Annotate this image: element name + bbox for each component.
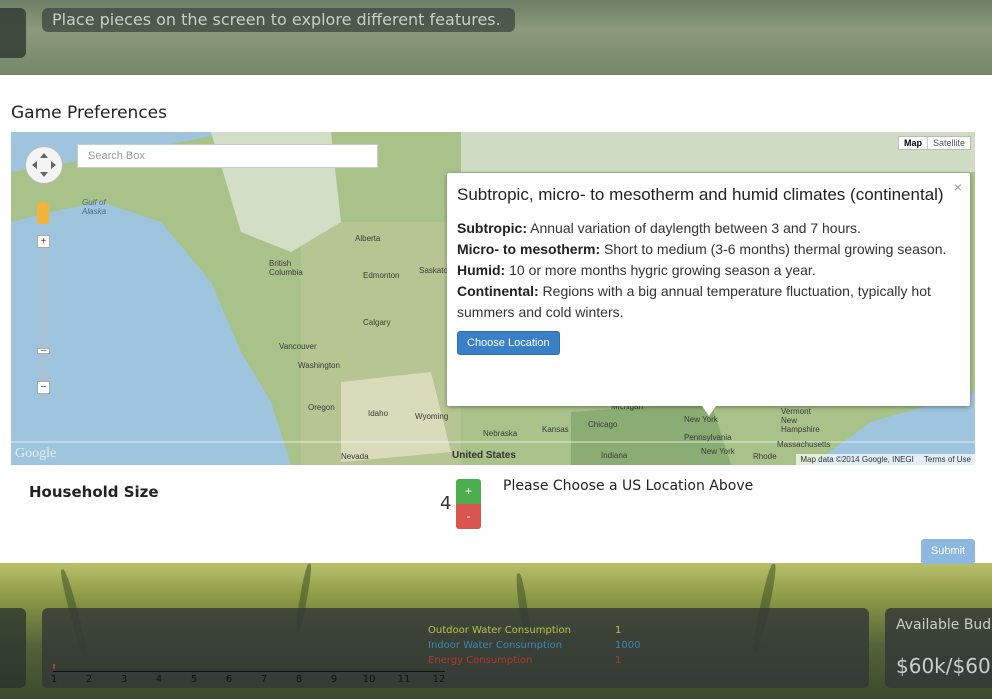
google-logo: Google (15, 446, 57, 461)
map-label: Wyoming (415, 412, 449, 421)
climate-info-window: × Subtropic, micro- to mesotherm and hum… (447, 173, 970, 416)
timeline-tick: 7 (260, 674, 268, 685)
map-label: New York (684, 415, 718, 424)
timeline-tick: 6 (225, 674, 233, 685)
budget-panel: Available Budget $60k/$60k (885, 608, 992, 688)
household-increment-button[interactable]: + (456, 479, 481, 504)
map[interactable]: + – − Search Box Map Satellite Gulf of A… (11, 132, 975, 465)
timeline-tick: 9 (330, 674, 338, 685)
terms-link[interactable]: Terms of Use (924, 455, 971, 464)
household-size-label: Household Size (29, 483, 159, 501)
map-label: Massachusetts (777, 440, 831, 449)
timeline-tick: 12 (432, 674, 446, 685)
budget-value: $60k/$60k (896, 654, 992, 678)
timeline-tick: 1 (50, 674, 58, 685)
map-label: Alberta (355, 234, 381, 243)
zoom-out-button[interactable]: − (37, 381, 50, 394)
street-view-pegman-icon[interactable] (37, 202, 49, 224)
map-pan-control[interactable] (25, 146, 63, 184)
timeline-tick: 3 (120, 674, 128, 685)
preferences-modal: Game Preferences + – − Search Box Map Sa… (0, 75, 992, 564)
budget-title: Available Budget (896, 617, 992, 633)
submit-button[interactable]: Submit (921, 539, 975, 564)
close-icon[interactable]: × (954, 179, 962, 195)
timeline-tick: 4 (155, 674, 163, 685)
climate-description-line: Continental: Regions with a big annual t… (457, 283, 931, 320)
map-attribution: Map data ©2014 Google, INEGI Terms of Us… (796, 454, 975, 465)
map-label: Washington (298, 361, 340, 370)
map-type-map[interactable]: Map (899, 137, 928, 149)
legend-energy: Energy Consumption (428, 655, 533, 666)
location-message: Please Choose a US Location Above (503, 478, 754, 494)
map-label: Indiana (601, 451, 628, 460)
legend-outdoor-water: Outdoor Water Consumption (428, 625, 571, 636)
climate-title: Subtropic, micro- to mesotherm and humid… (457, 185, 944, 204)
timeline-tick: 5 (190, 674, 198, 685)
zoom-in-button[interactable]: + (37, 235, 50, 248)
map-label: Pennsylvania (684, 433, 732, 442)
zoom-slider-handle[interactable]: – (37, 346, 50, 356)
timeline-tick: 8 (295, 674, 303, 685)
legend-indoor-water-value: 1000 (615, 640, 641, 651)
map-type-satellite[interactable]: Satellite (928, 137, 970, 149)
timeline-tick: 2 (85, 674, 93, 685)
map-label: Edmonton (363, 271, 400, 280)
legend-indoor-water: Indoor Water Consumption (428, 640, 563, 651)
map-label: New Hampshire (781, 416, 820, 434)
choose-location-button[interactable]: Choose Location (457, 331, 560, 355)
climate-description-line: Humid: 10 or more months hygric growing … (457, 262, 816, 278)
side-panel-tab-bottom[interactable] (0, 608, 26, 688)
map-label: Saskato (419, 266, 448, 275)
map-label: Vancouver (279, 342, 317, 351)
map-label: Gulf of Alaska (82, 198, 107, 216)
timeline-tick: 11 (397, 674, 411, 685)
energy-marker (53, 664, 55, 669)
map-label: British Columbia (269, 259, 303, 277)
consumption-panel: Outdoor Water Consumption 1 Indoor Water… (42, 608, 869, 688)
map-label: Rhode (753, 452, 777, 461)
map-label: Idaho (368, 409, 389, 418)
climate-description-line: Micro- to mesotherm: Short to medium (3-… (457, 241, 947, 257)
pan-arrows-icon (32, 153, 56, 177)
side-panel-tab[interactable] (0, 8, 26, 58)
map-label: United States (452, 450, 516, 461)
map-data-credit: Map data ©2014 Google, INEGI (800, 455, 914, 464)
map-label: New York (701, 447, 735, 456)
zoom-slider-track[interactable] (43, 249, 45, 380)
legend-energy-value: 1 (615, 655, 622, 666)
map-label: Oregon (308, 403, 335, 412)
climate-description-line: Subtropic: Annual variation of daylength… (457, 220, 861, 236)
map-label: Vermont (781, 407, 811, 416)
modal-title: Game Preferences (11, 103, 167, 123)
map-type-control[interactable]: Map Satellite (897, 136, 971, 150)
household-size-value: 4 (440, 493, 452, 514)
legend-outdoor-water-value: 1 (615, 625, 622, 636)
map-search-input[interactable]: Search Box (77, 144, 378, 168)
timeline-tick: 10 (362, 674, 376, 685)
hint-bar: Place pieces on the screen to explore di… (42, 8, 515, 32)
timeline-axis (53, 671, 445, 672)
map-label: Chicago (588, 420, 618, 429)
map-label: Nevada (341, 452, 369, 461)
map-label: Calgary (363, 318, 391, 327)
map-label: Nebraska (483, 429, 518, 438)
map-label: Kansas (542, 425, 569, 434)
household-decrement-button[interactable]: - (456, 504, 481, 529)
